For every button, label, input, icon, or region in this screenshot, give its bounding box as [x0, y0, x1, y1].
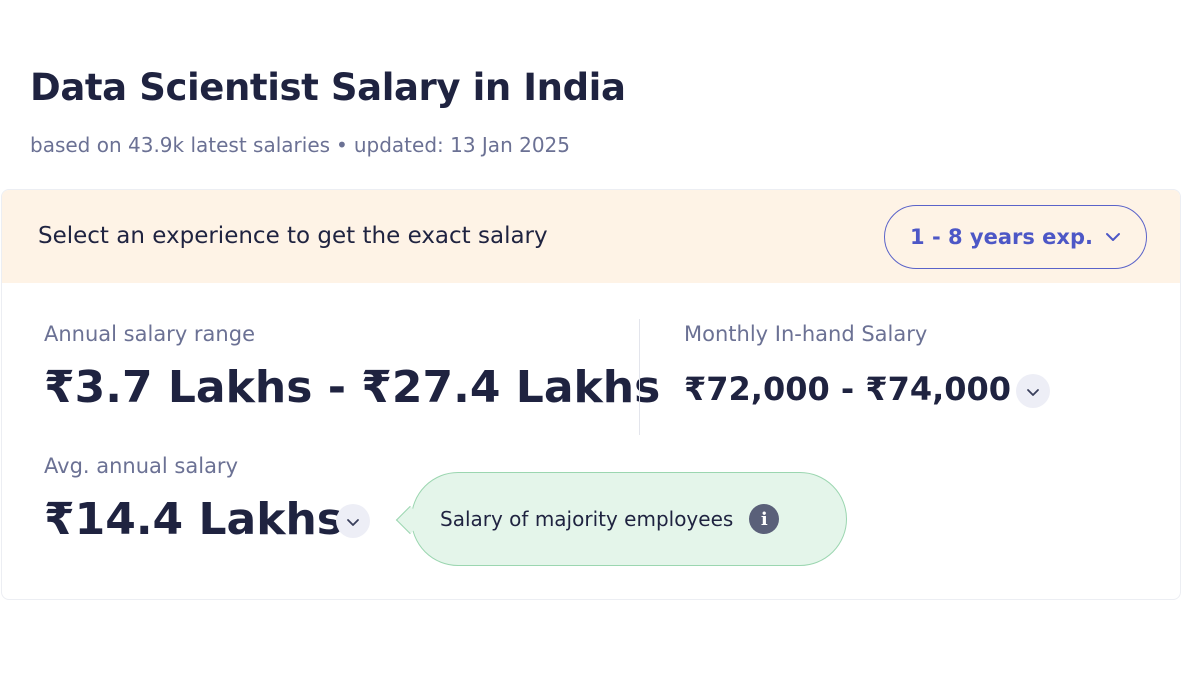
salary-card: Select an experience to get the exact sa… — [1, 189, 1181, 600]
majority-salary-tooltip: Salary of majority employees i — [395, 472, 847, 566]
experience-banner: Select an experience to get the exact sa… — [2, 190, 1180, 283]
page-title: Data Scientist Salary in India — [30, 66, 626, 109]
avg-salary-label: Avg. annual salary — [44, 454, 238, 478]
monthly-expand-button[interactable] — [1016, 374, 1050, 408]
annual-range-label: Annual salary range — [44, 322, 255, 346]
experience-dropdown-label: 1 - 8 years exp. — [910, 225, 1093, 249]
page-subtitle: based on 43.9k latest salaries • updated: … — [30, 133, 570, 157]
tooltip-text: Salary of majority employees — [440, 507, 734, 531]
monthly-salary-value: ₹72,000 - ₹74,000 — [684, 370, 1012, 408]
column-divider — [639, 319, 640, 435]
info-icon[interactable]: i — [749, 504, 780, 534]
chevron-down-icon — [1026, 382, 1040, 401]
salary-count-text: based on 43.9k latest salaries — [30, 133, 331, 157]
avg-expand-button[interactable] — [336, 504, 370, 538]
banner-text: Select an experience to get the exact sa… — [38, 223, 548, 249]
tooltip-arrow — [395, 505, 425, 535]
chevron-down-icon — [1105, 232, 1121, 242]
separator-dot: • — [336, 133, 348, 157]
annual-range-value: ₹3.7 Lakhs - ₹27.4 Lakhs — [44, 362, 661, 413]
experience-dropdown[interactable]: 1 - 8 years exp. — [884, 205, 1147, 269]
chevron-down-icon — [346, 512, 360, 531]
avg-salary-value: ₹14.4 Lakhs — [44, 494, 343, 545]
updated-date-text: updated: 13 Jan 2025 — [353, 133, 570, 157]
monthly-salary-label: Monthly In-hand Salary — [684, 322, 928, 346]
